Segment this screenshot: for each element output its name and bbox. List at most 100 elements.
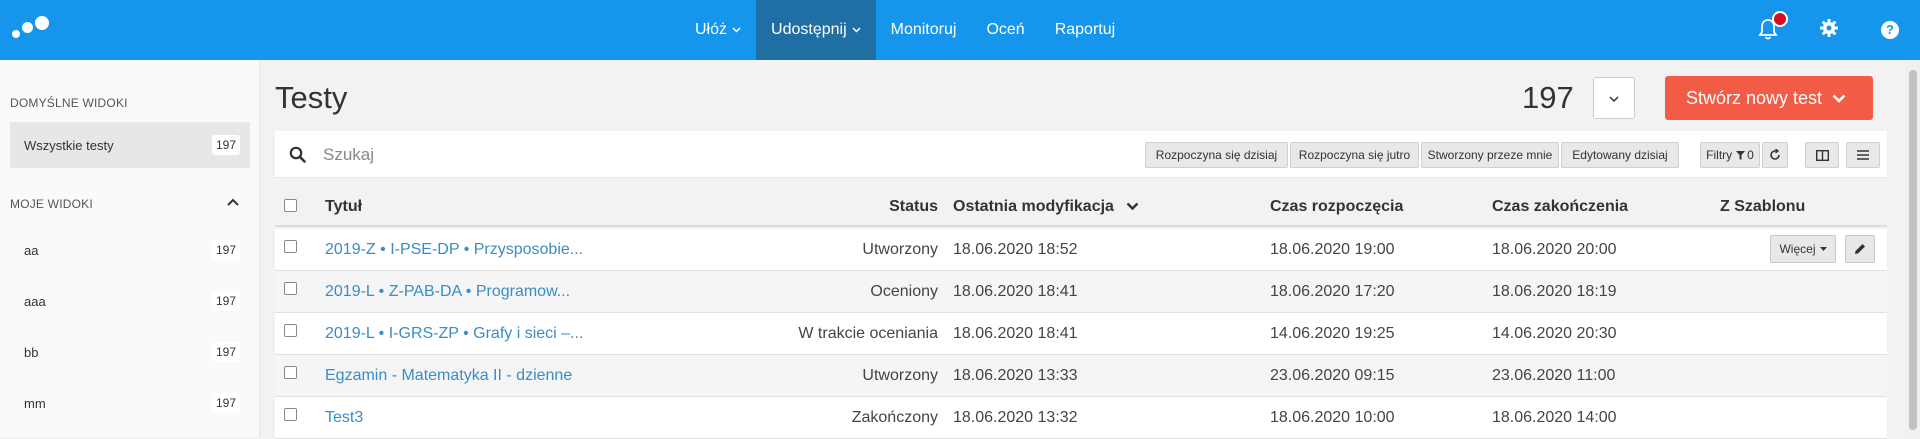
filters-label: Filtry bbox=[1706, 148, 1733, 162]
search-icon bbox=[289, 146, 306, 163]
columns-toggle-button[interactable] bbox=[1805, 142, 1839, 168]
nav-item-udostepnij[interactable]: Udostępnij bbox=[756, 0, 876, 60]
table-row[interactable]: Test3 Zakończony 18.06.2020 13:32 18.06.… bbox=[275, 397, 1887, 439]
nav-item-label: Oceń bbox=[986, 21, 1025, 38]
test-status: Zakończony bbox=[851, 409, 938, 426]
test-start-time: 18.06.2020 10:00 bbox=[1270, 409, 1395, 426]
test-modified: 18.06.2020 13:32 bbox=[953, 409, 1078, 426]
test-start-time: 18.06.2020 17:20 bbox=[1270, 283, 1395, 300]
test-title-link[interactable]: Egzamin - Matematyka II - dzienne bbox=[325, 367, 572, 385]
filter-chip-edited-today[interactable]: Edytowany dzisiaj bbox=[1561, 142, 1679, 168]
top-navbar: Ułóż Udostępnij Monitoruj Oceń Raportuj bbox=[0, 0, 1920, 60]
test-status: Utworzony bbox=[862, 241, 938, 258]
help-button[interactable]: ? bbox=[1878, 18, 1902, 42]
test-modified: 18.06.2020 18:52 bbox=[953, 241, 1078, 258]
sidebar-item-label: aa bbox=[24, 242, 39, 258]
nav-item-monitoruj[interactable]: Monitoruj bbox=[876, 0, 972, 60]
search-input[interactable] bbox=[323, 141, 823, 169]
filter-chip-starts-today[interactable]: Rozpoczyna się dzisiaj bbox=[1145, 142, 1288, 168]
my-views-heading: MOJE WIDOKI bbox=[10, 197, 93, 211]
test-start-time: 23.06.2020 09:15 bbox=[1270, 367, 1395, 384]
sidebar-item-label: mm bbox=[24, 395, 46, 411]
column-header-template[interactable]: Z Szablonu bbox=[1720, 198, 1805, 216]
collapse-my-views-button[interactable] bbox=[222, 191, 244, 213]
table-row[interactable]: Egzamin - Matematyka II - dzienne Utworz… bbox=[275, 355, 1887, 397]
test-title-link[interactable]: 2019-L • I-GRS-ZP • Grafy i sieci –... bbox=[325, 325, 583, 343]
test-modified: 18.06.2020 18:41 bbox=[953, 325, 1078, 342]
nav-item-label: Monitoruj bbox=[890, 21, 957, 38]
table-row[interactable]: 2019-L • Z-PAB-DA • Programow... Ocenion… bbox=[275, 271, 1887, 313]
app-logo[interactable] bbox=[10, 16, 50, 44]
select-all-checkbox[interactable] bbox=[284, 199, 297, 212]
chevron-down-icon bbox=[732, 27, 741, 33]
column-header-label: Ostatnia modyfikacja bbox=[953, 198, 1114, 215]
nav-item-uloz[interactable]: Ułóż bbox=[680, 0, 756, 60]
table-row[interactable]: 2019-Z • I-PSE-DP • Przysposobie... Utwo… bbox=[275, 229, 1887, 271]
filter-chip-created-by-me[interactable]: Stworzony przeze mnie bbox=[1421, 142, 1559, 168]
chevron-down-icon bbox=[1609, 96, 1619, 102]
view-options-dropdown[interactable] bbox=[1593, 77, 1635, 119]
more-actions-button[interactable]: Więcej bbox=[1770, 235, 1836, 263]
pencil-icon bbox=[1855, 244, 1865, 254]
notification-badge bbox=[1772, 11, 1788, 27]
view-count-badge: 197 bbox=[212, 342, 240, 362]
test-title-link[interactable]: 2019-L • Z-PAB-DA • Programow... bbox=[325, 283, 570, 301]
column-header-end[interactable]: Czas zakończenia bbox=[1492, 198, 1628, 216]
test-status: Utworzony bbox=[862, 367, 938, 384]
sidebar: DOMYŚLNE WIDOKI Wszystkie testy 197 MOJE… bbox=[0, 60, 260, 438]
more-label: Więcej bbox=[1779, 242, 1816, 256]
search-toolbar: Rozpoczyna się dzisiaj Rozpoczyna się ju… bbox=[275, 131, 1887, 178]
view-count-badge: 197 bbox=[212, 135, 240, 155]
menu-button[interactable] bbox=[1846, 142, 1880, 168]
edit-test-button[interactable] bbox=[1845, 235, 1875, 263]
test-end-time: 18.06.2020 18:19 bbox=[1492, 283, 1617, 300]
nav-item-raportuj[interactable]: Raportuj bbox=[1040, 0, 1130, 60]
column-header-modified[interactable]: Ostatnia modyfikacja bbox=[953, 198, 1139, 216]
columns-icon bbox=[1815, 149, 1829, 161]
test-status: W trakcie oceniania bbox=[798, 325, 938, 342]
sidebar-item-label: Wszystkie testy bbox=[24, 137, 114, 153]
settings-button[interactable] bbox=[1819, 18, 1843, 42]
row-checkbox[interactable] bbox=[284, 408, 297, 421]
table-row[interactable]: 2019-L • I-GRS-ZP • Grafy i sieci –... W… bbox=[275, 313, 1887, 355]
column-header-status[interactable]: Status bbox=[725, 198, 938, 216]
nav-item-label: Udostępnij bbox=[771, 21, 847, 38]
notifications-button[interactable] bbox=[1758, 11, 1788, 42]
test-title-link[interactable]: 2019-Z • I-PSE-DP • Przysposobie... bbox=[325, 241, 583, 259]
test-end-time: 23.06.2020 11:00 bbox=[1492, 367, 1616, 384]
test-start-time: 14.06.2020 19:25 bbox=[1270, 325, 1395, 342]
test-title-link[interactable]: Test3 bbox=[325, 409, 363, 427]
chevron-up-icon bbox=[227, 198, 239, 206]
reset-filters-button[interactable] bbox=[1762, 142, 1788, 168]
sidebar-item-aaa[interactable]: aaa 197 bbox=[10, 278, 250, 324]
test-modified: 18.06.2020 18:41 bbox=[953, 283, 1078, 300]
column-header-title[interactable]: Tytuł bbox=[325, 198, 362, 216]
test-modified: 18.06.2020 13:33 bbox=[953, 367, 1078, 384]
default-views-heading: DOMYŚLNE WIDOKI bbox=[10, 96, 128, 110]
page-title: Testy bbox=[275, 80, 348, 115]
sidebar-item-bb[interactable]: bb 197 bbox=[10, 329, 250, 375]
refresh-icon bbox=[1770, 149, 1780, 160]
create-test-label: Stwórz nowy test bbox=[1686, 87, 1823, 108]
scrollbar-thumb[interactable] bbox=[1909, 70, 1917, 430]
sidebar-item-aa[interactable]: aa 197 bbox=[10, 227, 250, 273]
sidebar-item-all-tests[interactable]: Wszystkie testy 197 bbox=[10, 122, 250, 168]
page-scrollbar[interactable] bbox=[1906, 60, 1920, 438]
row-checkbox[interactable] bbox=[284, 240, 297, 253]
hamburger-icon bbox=[1857, 150, 1869, 160]
filter-chip-starts-tomorrow[interactable]: Rozpoczyna się jutro bbox=[1290, 142, 1419, 168]
filters-button[interactable]: Filtry 0 bbox=[1700, 142, 1760, 168]
nav-item-ocen[interactable]: Oceń bbox=[971, 0, 1039, 60]
column-header-start[interactable]: Czas rozpoczęcia bbox=[1270, 198, 1403, 216]
create-test-button[interactable]: Stwórz nowy test bbox=[1665, 76, 1873, 120]
table-header: Tytuł Status Ostatnia modyfikacja Czas r… bbox=[275, 187, 1887, 227]
nav-item-label: Ułóż bbox=[695, 21, 728, 38]
row-checkbox[interactable] bbox=[284, 366, 297, 379]
row-checkbox[interactable] bbox=[284, 324, 297, 337]
sidebar-item-mm[interactable]: mm 197 bbox=[10, 380, 250, 426]
help-icon: ? bbox=[1881, 21, 1899, 39]
nav-item-label: Raportuj bbox=[1054, 21, 1116, 38]
caret-down-icon bbox=[1819, 247, 1827, 251]
row-checkbox[interactable] bbox=[284, 282, 297, 295]
funnel-icon bbox=[1736, 150, 1746, 160]
